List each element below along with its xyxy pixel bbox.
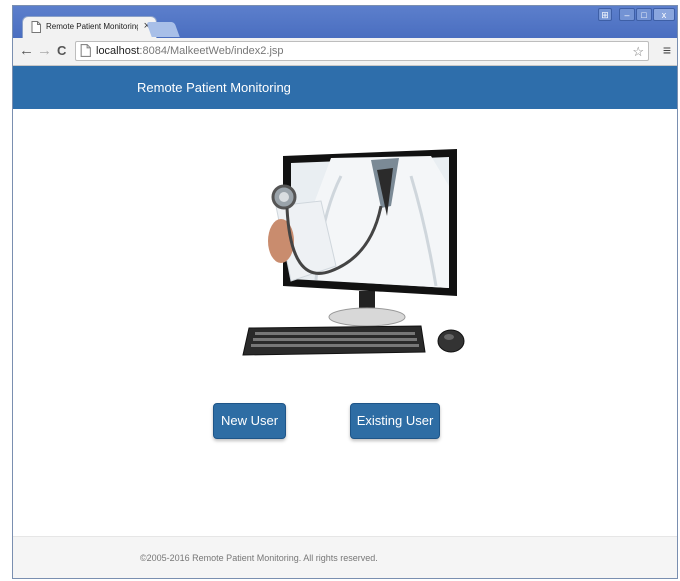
browser-titlebar: Remote Patient Monitoring × ⊞ – □ x [13,6,677,39]
forward-arrow-icon[interactable]: → [37,43,52,59]
navbar: Remote Patient Monitoring [13,66,677,109]
doctor-monitor-image [242,149,465,356]
menu-icon[interactable]: ≡ [663,43,671,57]
footer: ©2005-2016 Remote Patient Monitoring. Al… [13,536,677,578]
page-icon [80,44,91,57]
copyright-text: ©2005-2016 Remote Patient Monitoring. Al… [140,553,378,563]
back-arrow-icon[interactable]: ← [19,43,34,59]
minimize-icon[interactable]: – [619,8,635,21]
page-content: Remote Patient Monitoring New User Exist… [13,66,677,578]
maximize-icon[interactable]: □ [636,8,652,21]
browser-toolbar: ← → C localhost:8084/MalkeetWeb/index2.j… [13,38,677,66]
new-user-button[interactable]: New User [213,403,286,439]
page-icon [31,21,41,33]
reload-icon[interactable]: C [57,43,66,59]
user-icon[interactable]: ⊞ [598,8,612,21]
bookmark-star-icon[interactable]: ☆ [632,44,644,60]
url-host: localhost [96,45,140,57]
address-bar[interactable]: localhost:8084/MalkeetWeb/index2.jsp ☆ [75,41,649,61]
browser-window: Remote Patient Monitoring × ⊞ – □ x ← → … [12,5,678,579]
new-tab-button[interactable] [146,22,180,37]
brand-title[interactable]: Remote Patient Monitoring [137,80,291,95]
browser-tab[interactable]: Remote Patient Monitoring × [22,16,157,39]
tab-title: Remote Patient Monitoring [46,22,138,31]
url-path: :8084/MalkeetWeb/index2.jsp [139,45,284,57]
url-text: localhost:8084/MalkeetWeb/index2.jsp [96,45,284,57]
close-window-icon[interactable]: x [653,8,675,21]
existing-user-button[interactable]: Existing User [350,403,440,439]
